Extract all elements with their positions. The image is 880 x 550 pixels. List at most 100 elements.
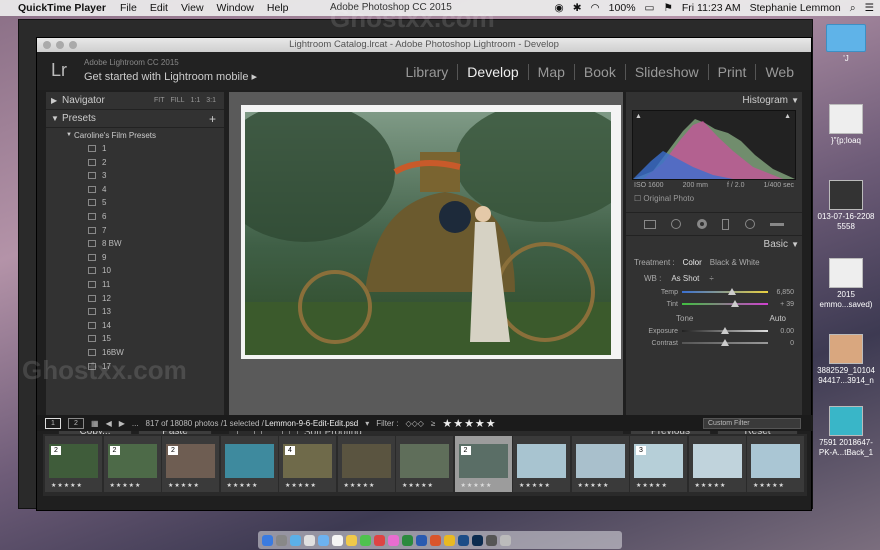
app-icon[interactable]: [486, 534, 497, 546]
preset-item[interactable]: 4: [46, 183, 224, 197]
radial-filter-icon[interactable]: [744, 219, 755, 229]
module-map[interactable]: Map: [529, 64, 575, 80]
tint-track[interactable]: [682, 300, 768, 307]
filmstrip-thumbnail[interactable]: ★★★★★: [688, 436, 746, 492]
mail-icon[interactable]: [304, 534, 315, 546]
finder-icon[interactable]: [262, 534, 273, 546]
filmstrip-thumbnail[interactable]: ★★★★★: [747, 436, 804, 492]
lightroom-mobile-link[interactable]: Get started with Lightroom mobile ▸: [84, 70, 257, 83]
notes-icon[interactable]: [346, 534, 357, 546]
preset-item[interactable]: 9: [46, 251, 224, 265]
desktop-file[interactable]: 013-07-16-2208 5558: [812, 180, 880, 232]
preset-item[interactable]: 12: [46, 292, 224, 306]
filmstrip-thumbnail[interactable]: 4 ★★★★★: [279, 436, 336, 492]
slider-knob[interactable]: [721, 327, 729, 334]
contacts-icon[interactable]: [318, 534, 329, 546]
forward-arrow-icon[interactable]: ▶: [119, 419, 125, 428]
wifi-icon[interactable]: ◠: [591, 2, 600, 14]
shadow-clipping-icon[interactable]: ▲: [635, 113, 642, 120]
filmstrip-thumbnail[interactable]: 3 ★★★★★: [630, 436, 687, 492]
excel-icon[interactable]: [402, 534, 413, 546]
exposure-value[interactable]: 0.00: [772, 328, 794, 335]
trash-icon[interactable]: [500, 534, 511, 546]
filmstrip-thumbnail[interactable]: ★★★★★: [337, 436, 395, 492]
slider-knob[interactable]: [731, 300, 740, 307]
slider-knob[interactable]: [727, 288, 736, 295]
temp-slider[interactable]: Temp 6,850: [626, 286, 802, 298]
zoom-fit[interactable]: FIT: [154, 92, 165, 110]
dropdown-icon[interactable]: ▾: [365, 419, 369, 428]
menu-edit[interactable]: Edit: [150, 2, 168, 14]
photos-icon[interactable]: [374, 534, 385, 546]
minimize-icon[interactable]: [56, 41, 64, 49]
search-icon[interactable]: ⌕: [850, 2, 856, 15]
spot-removal-icon[interactable]: [671, 219, 682, 229]
preset-item[interactable]: 6: [46, 210, 224, 224]
preset-item[interactable]: 15: [46, 332, 224, 346]
zoom-1-1[interactable]: 1:1: [191, 92, 201, 110]
temp-value[interactable]: 6,850: [772, 289, 794, 296]
filmstrip-thumbnail[interactable]: 2 ★★★★★: [454, 436, 512, 492]
wb-select[interactable]: As Shot: [671, 274, 699, 283]
treatment-bw[interactable]: Black & White: [710, 258, 760, 267]
launchpad-icon[interactable]: [276, 534, 287, 546]
treatment-color[interactable]: Color: [683, 258, 702, 267]
tone-auto-button[interactable]: Auto: [770, 314, 786, 323]
original-photo-toggle[interactable]: ☐ Original Photo: [626, 191, 802, 206]
preset-item[interactable]: 2: [46, 156, 224, 170]
maximize-icon[interactable]: [69, 41, 77, 49]
histogram-header[interactable]: Histogram ▼: [626, 92, 802, 110]
main-photo[interactable]: [245, 112, 611, 355]
preset-item[interactable]: 16BW: [46, 346, 224, 360]
menu-app-name[interactable]: QuickTime Player: [18, 2, 106, 14]
menu-file[interactable]: File: [120, 2, 137, 14]
close-icon[interactable]: [43, 41, 51, 49]
custom-filter-select[interactable]: Custom Filter: [703, 417, 801, 429]
file-name[interactable]: Lemmon-9-6-Edit-Edit.psd: [265, 419, 358, 428]
module-slideshow[interactable]: Slideshow: [626, 64, 709, 80]
desktop-file[interactable]: 7591 2018647- PK-A...tBack_1: [812, 406, 880, 458]
word-icon[interactable]: [416, 534, 427, 546]
module-book[interactable]: Book: [575, 64, 626, 80]
module-library[interactable]: Library: [397, 64, 459, 80]
menubar-clock[interactable]: Fri 11:23 AM: [682, 2, 741, 14]
navigator-header[interactable]: ▶ Navigator FIT FILL 1:1 3:1: [46, 92, 224, 110]
preset-item[interactable]: 5: [46, 196, 224, 210]
menubar-user[interactable]: Stephanie Lemmon: [750, 2, 841, 14]
filmstrip-thumbnail[interactable]: 2 ★★★★★: [45, 436, 102, 492]
preset-item[interactable]: 14: [46, 319, 224, 333]
contrast-slider[interactable]: Contrast 0: [626, 337, 802, 349]
slider-knob[interactable]: [721, 339, 729, 346]
module-web[interactable]: Web: [756, 64, 803, 80]
contrast-track[interactable]: [682, 339, 768, 346]
filmstrip-thumbnail[interactable]: 2 ★★★★★: [162, 436, 219, 492]
module-print[interactable]: Print: [709, 64, 757, 80]
exposure-slider[interactable]: Exposure 0.00: [626, 325, 802, 337]
safari-icon[interactable]: [290, 534, 301, 546]
add-preset-icon[interactable]: +: [209, 110, 216, 128]
filmstrip-thumbnail[interactable]: 2 ★★★★★: [103, 436, 161, 492]
itunes-icon[interactable]: [388, 534, 399, 546]
desktop-file[interactable]: }"{p;loaq: [812, 104, 880, 146]
preset-item[interactable]: 7: [46, 224, 224, 238]
back-arrow-icon[interactable]: ◀: [106, 419, 112, 428]
window-titlebar[interactable]: Lightroom Catalog.lrcat - Adobe Photosho…: [37, 38, 811, 52]
preset-item[interactable]: 11: [46, 278, 224, 292]
flag-filter-icon[interactable]: ◇◇◇: [405, 419, 423, 428]
photoshop-dock-icon[interactable]: [472, 534, 483, 546]
grid-icon[interactable]: ▦: [91, 419, 99, 428]
zoom-fill[interactable]: FILL: [171, 92, 185, 110]
presets-header[interactable]: ▼ Presets +: [46, 110, 224, 128]
filmstrip-thumbnail[interactable]: ★★★★★: [220, 436, 278, 492]
filmstrip-thumbnail[interactable]: ★★★★★: [396, 436, 453, 492]
bluetooth-icon[interactable]: ✱: [573, 2, 582, 14]
firefox-icon[interactable]: [430, 534, 441, 546]
zoom-3-1[interactable]: 3:1: [206, 92, 216, 110]
preset-item[interactable]: 17: [46, 360, 224, 374]
desktop-folder[interactable]: 'J: [812, 24, 880, 64]
menu-window[interactable]: Window: [217, 2, 254, 14]
list-icon[interactable]: ☰: [865, 2, 874, 14]
adjustment-brush-icon[interactable]: [770, 222, 785, 226]
graduated-filter-icon[interactable]: [722, 218, 730, 230]
temp-track[interactable]: [682, 288, 768, 295]
